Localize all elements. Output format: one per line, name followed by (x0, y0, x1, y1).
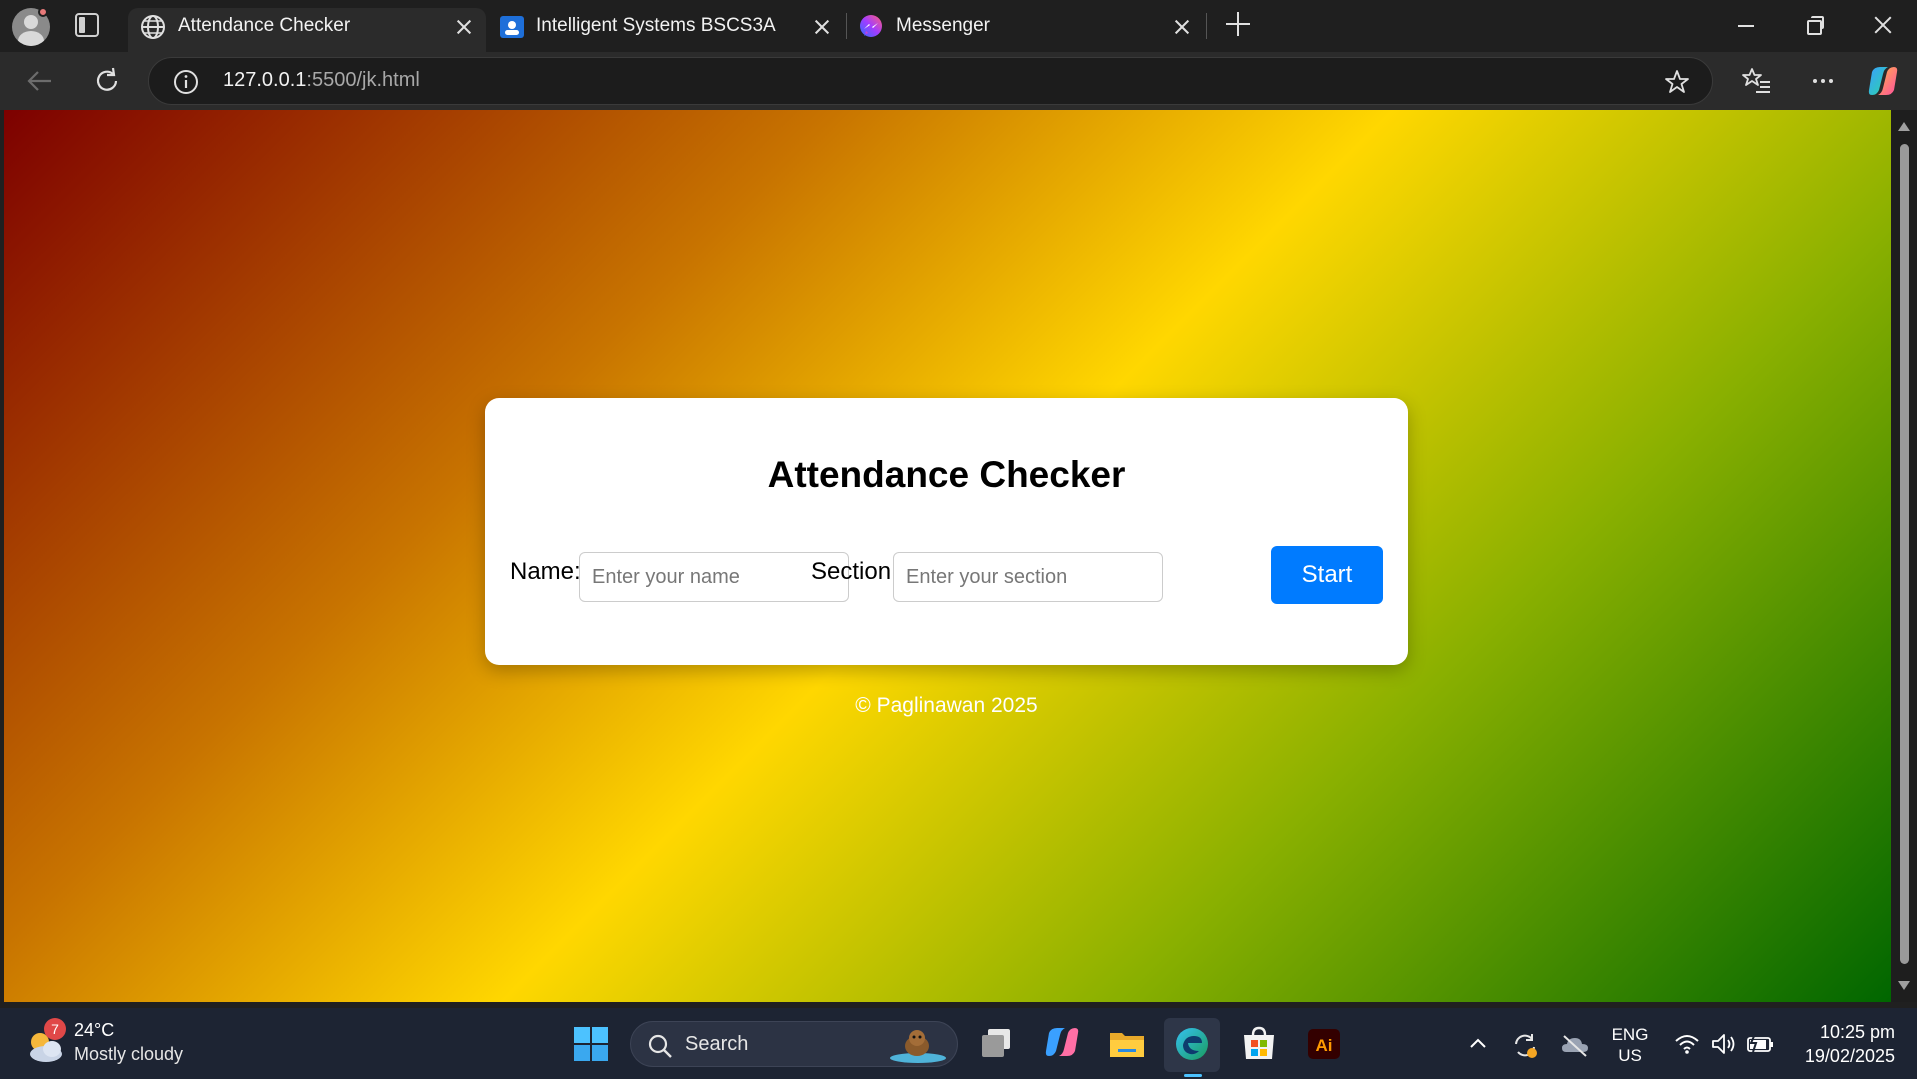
tab-strip: Attendance Checker Intelligent Systems B… (0, 0, 1917, 52)
tab-label: Intelligent Systems BSCS3A (536, 15, 776, 36)
close-tab-icon[interactable] (454, 17, 474, 37)
clock[interactable]: 10:25 pm 19/02/2025 (1790, 1020, 1895, 1068)
url-path: :5500/jk.html (306, 69, 420, 91)
tab-label: Attendance Checker (178, 15, 351, 36)
wifi-icon[interactable] (1674, 1032, 1700, 1056)
search-icon (648, 1034, 672, 1058)
section-input[interactable] (893, 552, 1163, 602)
url-host: 127.0.0.1 (223, 69, 307, 91)
microsoft-store-icon[interactable] (1236, 1021, 1282, 1067)
battery-charging-icon[interactable] (1745, 1032, 1775, 1056)
tab-separator (1206, 13, 1207, 39)
windows-taskbar: 7 24°C Mostly cloudy Search Ai ENG US 10… (0, 1008, 1917, 1079)
copilot-icon[interactable] (1866, 64, 1900, 98)
browser-toolbar: 127.0.0.1:5500/jk.html (0, 52, 1917, 110)
scroll-down-icon[interactable] (1898, 981, 1910, 990)
tab-messenger[interactable]: Messenger (852, 8, 1202, 52)
url-text: 127.0.0.1:5500/jk.html (223, 69, 420, 92)
section-label: Section: (811, 558, 898, 585)
restore-icon[interactable] (1799, 10, 1829, 40)
globe-icon (141, 15, 165, 39)
copilot-app-icon[interactable] (1039, 1021, 1085, 1067)
tab-intelligent-systems[interactable]: Intelligent Systems BSCS3A (492, 8, 842, 52)
footer-copyright: © Paglinawan 2025 (855, 694, 1038, 717)
start-button[interactable]: Start (1271, 546, 1383, 604)
clock-date: 19/02/2025 (1804, 1046, 1895, 1066)
weather-temperature: 24°C (74, 1020, 115, 1040)
start-icon[interactable] (568, 1021, 614, 1067)
language-indicator[interactable]: ENG US (1605, 1024, 1655, 1066)
page-title: Attendance Checker (767, 454, 1126, 495)
search-label: Search (685, 1033, 749, 1055)
close-tab-icon[interactable] (812, 17, 832, 37)
window-close-icon[interactable] (1868, 10, 1898, 40)
messenger-icon (860, 15, 882, 37)
close-tab-icon[interactable] (1172, 17, 1192, 37)
illustrator-icon[interactable]: Ai (1301, 1021, 1347, 1067)
name-input[interactable] (579, 552, 849, 602)
scrollbar-thumb[interactable] (1900, 144, 1909, 964)
edge-icon[interactable] (1169, 1021, 1215, 1067)
language-region: US (1618, 1046, 1642, 1065)
scroll-up-icon[interactable] (1898, 122, 1910, 131)
clock-time: 10:25 pm (1819, 1022, 1895, 1042)
vertical-scrollbar[interactable] (1891, 110, 1917, 1002)
tab-label: Messenger (896, 15, 990, 36)
attendance-card: Attendance Checker Name: Section: Start (485, 398, 1408, 665)
google-classroom-icon (500, 16, 524, 38)
search-highlight-icon (890, 1030, 946, 1063)
svg-text:Ai: Ai (1316, 1036, 1333, 1055)
onedrive-offline-icon[interactable] (1560, 1032, 1590, 1058)
back-arrow-icon[interactable] (23, 64, 57, 98)
name-label: Name: (510, 558, 581, 585)
task-view-icon[interactable] (974, 1021, 1020, 1067)
reload-icon[interactable] (90, 64, 124, 98)
sync-update-icon[interactable] (1510, 1030, 1540, 1060)
weather-badge: 7 (44, 1018, 66, 1040)
volume-icon[interactable] (1710, 1032, 1738, 1056)
address-bar[interactable]: 127.0.0.1:5500/jk.html (148, 57, 1713, 105)
weather-widget[interactable]: 24°C Mostly cloudy (74, 1020, 183, 1065)
taskbar-search[interactable]: Search (630, 1021, 958, 1067)
tab-separator (846, 13, 847, 39)
profile-notification-dot (38, 7, 48, 17)
new-tab-icon[interactable] (1226, 12, 1250, 36)
show-hidden-icons-chevron-icon[interactable] (1466, 1032, 1490, 1056)
page-viewport: Attendance Checker Name: Section: Start … (4, 110, 1891, 1002)
edge-running-indicator (1184, 1074, 1202, 1077)
file-explorer-icon[interactable] (1104, 1021, 1150, 1067)
tab-attendance-checker[interactable]: Attendance Checker (128, 8, 486, 52)
favorites-icon[interactable] (1740, 64, 1774, 98)
workspaces-icon[interactable] (75, 13, 99, 37)
language-code: ENG (1611, 1025, 1649, 1044)
minimize-icon[interactable] (1731, 10, 1761, 40)
favorite-star-icon[interactable] (1664, 69, 1690, 95)
weather-condition: Mostly cloudy (74, 1044, 184, 1064)
site-info-icon[interactable] (173, 69, 199, 95)
more-options-icon[interactable] (1806, 64, 1840, 98)
